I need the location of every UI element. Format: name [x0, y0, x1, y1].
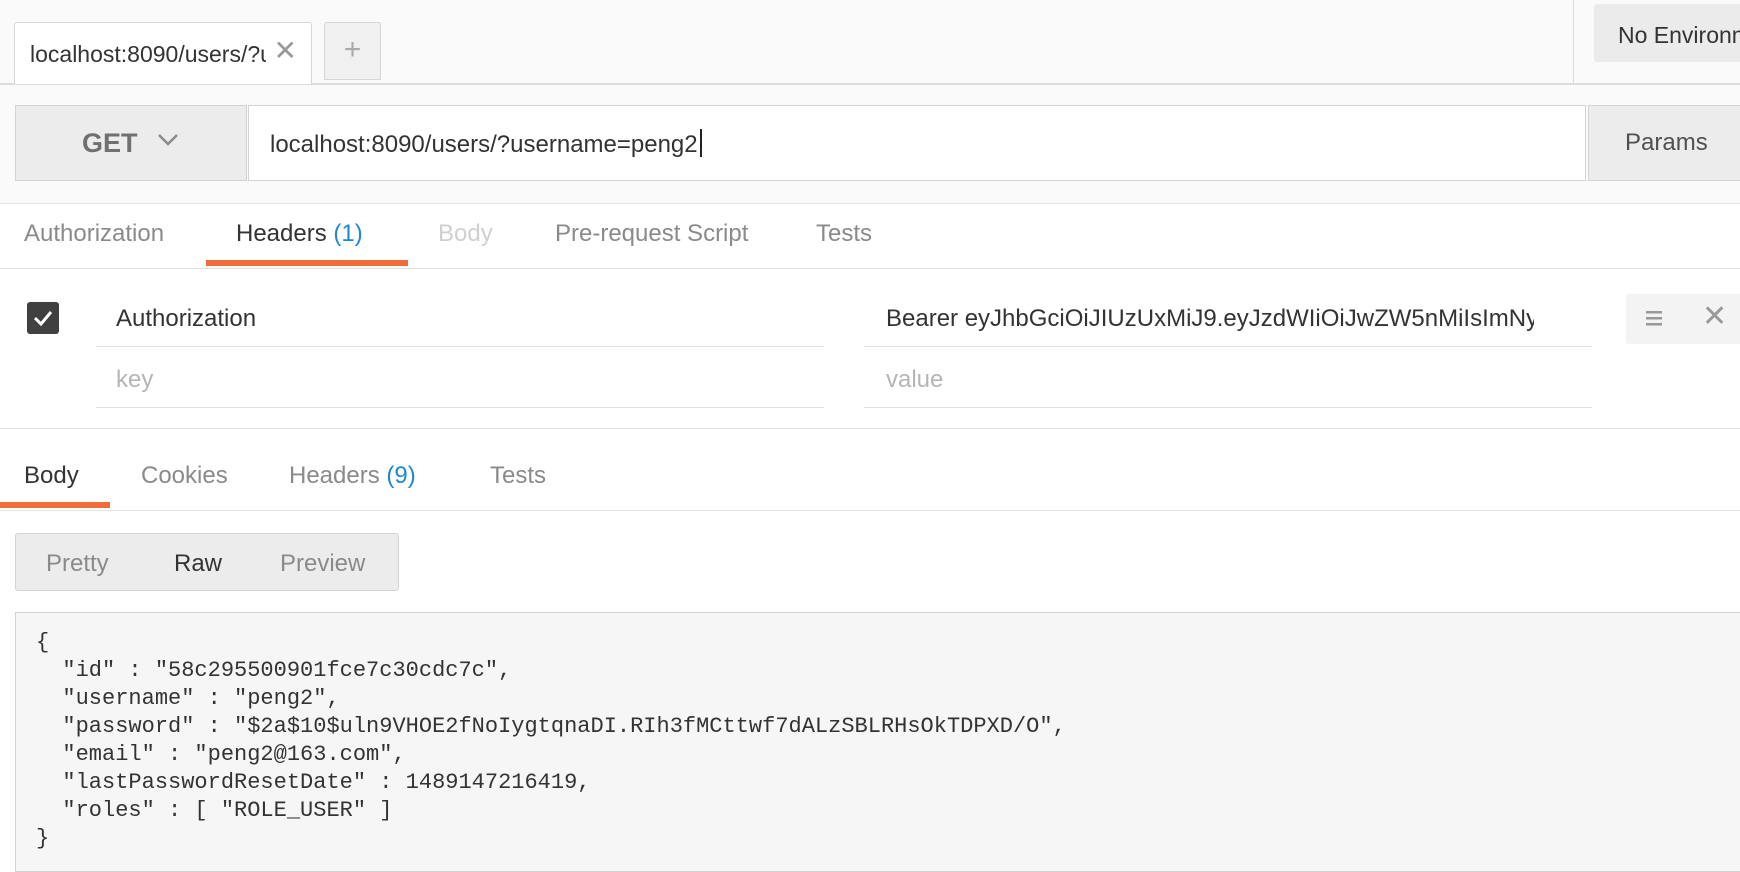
text-caret — [699, 129, 702, 157]
tab-body[interactable]: Body — [438, 220, 493, 248]
key-placeholder-field[interactable]: key — [116, 366, 816, 394]
divider — [864, 407, 1592, 408]
environment-select[interactable]: No Environment — [1594, 4, 1740, 62]
tab-response-tests[interactable]: Tests — [490, 462, 546, 490]
divider — [0, 428, 1740, 429]
headers-count-badge: (1) — [333, 220, 363, 247]
plus-icon: + — [343, 33, 362, 66]
url-bar: GET localhost:8090/users/?username=peng2… — [0, 85, 1740, 204]
response-headers-count-badge: (9) — [386, 462, 416, 489]
header-key-field[interactable]: Authorization — [116, 305, 816, 333]
tab-response-headers[interactable]: Headers (9) — [289, 462, 416, 490]
divider — [1573, 0, 1574, 83]
tab-response-headers-label: Headers — [289, 462, 380, 489]
chevron-down-icon — [158, 134, 178, 146]
url-value: localhost:8090/users/?username=peng2 — [270, 131, 698, 158]
tab-tests[interactable]: Tests — [816, 220, 872, 248]
request-tab[interactable]: localhost:8090/users/?username=peng2 ✕ — [14, 22, 312, 84]
view-preview-button[interactable]: Preview — [280, 550, 365, 578]
new-tab-button[interactable]: + — [324, 22, 381, 80]
request-tab-label: localhost:8090/users/?username=peng2 — [30, 41, 266, 67]
tab-headers-label: Headers — [236, 220, 327, 247]
header-row-tools: ✕ — [1626, 294, 1740, 344]
url-text: localhost:8090/users/?username=peng2 — [270, 129, 702, 159]
tab-response-body[interactable]: Body — [24, 462, 79, 490]
view-mode-selector: Pretty Raw Preview — [15, 533, 399, 591]
request-tabs: Authorization Headers (1) Body Pre-reque… — [0, 204, 1740, 269]
tab-authorization[interactable]: Authorization — [24, 220, 164, 248]
active-tab-indicator — [206, 260, 408, 266]
active-tab-indicator — [0, 502, 110, 508]
value-placeholder-field[interactable]: value — [886, 366, 1534, 394]
method-select[interactable]: GET — [15, 105, 247, 181]
view-raw-button[interactable]: Raw — [174, 550, 222, 578]
response-tabs: Body Cookies Headers (9) Tests — [0, 448, 1740, 511]
params-label: Params — [1625, 129, 1708, 156]
header-value-field[interactable]: Bearer eyJhbGciOiJIUzUxMiJ9.eyJzdWIiOiJw… — [886, 305, 1534, 333]
divider — [96, 346, 824, 347]
delete-row-icon[interactable]: ✕ — [1702, 302, 1727, 332]
response-body-viewer[interactable]: { "id" : "58c295500901fce7c30cdc7c", "us… — [15, 612, 1740, 872]
divider — [864, 346, 1592, 347]
response-body-text: { "id" : "58c295500901fce7c30cdc7c", "us… — [36, 630, 1066, 851]
divider — [96, 407, 824, 408]
params-button[interactable]: Params — [1588, 105, 1740, 181]
environment-label: No Environment — [1618, 22, 1740, 48]
view-pretty-button[interactable]: Pretty — [46, 550, 109, 578]
tab-prerequest-script[interactable]: Pre-request Script — [555, 220, 748, 248]
header-enabled-checkbox[interactable] — [27, 302, 59, 334]
check-icon — [33, 311, 53, 327]
drag-handle-icon[interactable] — [1644, 308, 1664, 328]
tab-headers[interactable]: Headers (1) — [236, 220, 363, 248]
tab-cookies[interactable]: Cookies — [141, 462, 228, 490]
method-label: GET — [82, 128, 138, 158]
close-icon[interactable]: ✕ — [274, 37, 297, 65]
request-tab-bar: localhost:8090/users/?username=peng2 ✕ +… — [0, 0, 1740, 85]
